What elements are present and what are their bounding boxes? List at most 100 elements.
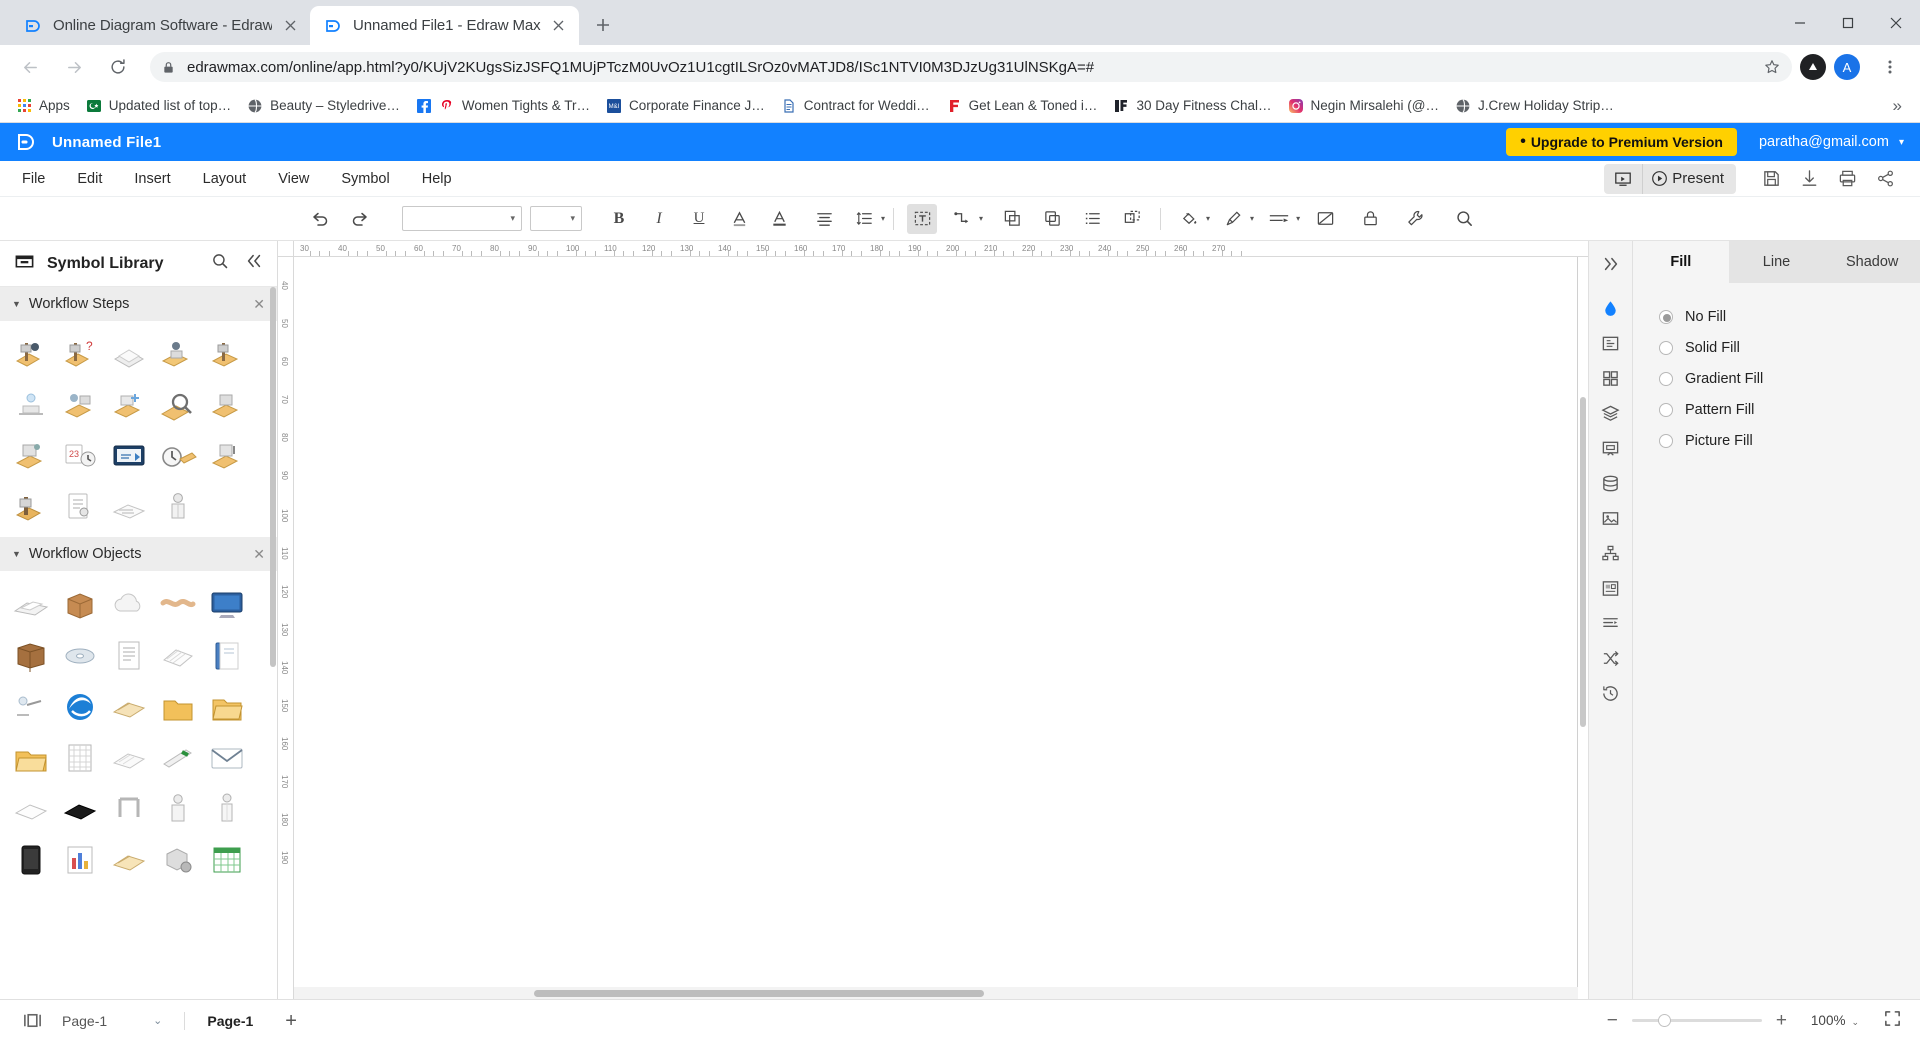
no-shape-icon[interactable]: [1310, 204, 1340, 234]
symbol-item[interactable]: [153, 381, 202, 430]
theme-icon[interactable]: [1594, 571, 1628, 605]
chevron-down-icon[interactable]: ⌄: [153, 1014, 162, 1027]
symbol-item[interactable]: [55, 580, 104, 629]
symbol-item[interactable]: [55, 784, 104, 833]
line-type-icon[interactable]: [1264, 204, 1294, 234]
font-size-select[interactable]: ▾: [530, 206, 582, 231]
vertical-scrollbar[interactable]: [1578, 257, 1588, 999]
symbol-item[interactable]: [6, 483, 55, 532]
group-icon[interactable]: [997, 204, 1027, 234]
close-icon[interactable]: ✕: [253, 546, 265, 563]
symbol-item[interactable]: [202, 381, 251, 430]
drawing-page[interactable]: [294, 257, 1578, 987]
duplicate-icon[interactable]: [1037, 204, 1067, 234]
avatar[interactable]: A: [1834, 54, 1860, 80]
bookmark-get-lean[interactable]: Get Lean & Toned i…: [938, 94, 1106, 118]
zoom-slider-knob[interactable]: [1657, 1014, 1671, 1027]
chevron-down-icon[interactable]: ▾: [1206, 214, 1210, 223]
menu-symbol[interactable]: Symbol: [325, 165, 405, 193]
bold-button[interactable]: B: [604, 204, 634, 234]
menu-edit[interactable]: Edit: [61, 165, 118, 193]
symbol-item[interactable]: [6, 580, 55, 629]
text-highlight-icon[interactable]: [764, 204, 794, 234]
symbol-item[interactable]: [6, 631, 55, 680]
frame-icon[interactable]: [1594, 326, 1628, 360]
bookmark-corporate-finance[interactable]: M&I Corporate Finance J…: [598, 94, 773, 118]
database-icon[interactable]: [1594, 466, 1628, 500]
chevron-down-icon[interactable]: ▾: [1296, 214, 1300, 223]
symbol-item[interactable]: [153, 631, 202, 680]
search-icon[interactable]: [211, 252, 229, 275]
fill-option-picture-fill[interactable]: Picture Fill: [1633, 425, 1920, 456]
menu-layout[interactable]: Layout: [187, 165, 263, 193]
bookmarks-overflow-button[interactable]: »: [1883, 96, 1912, 116]
redo-icon[interactable]: [345, 204, 375, 234]
grid-icon[interactable]: [1594, 361, 1628, 395]
symbol-item[interactable]: [153, 784, 202, 833]
presentation-icon[interactable]: [1594, 431, 1628, 465]
fill-bucket-icon[interactable]: [1174, 204, 1204, 234]
browser-tab-2[interactable]: Unnamed File1 - Edraw Max: [310, 6, 579, 45]
double-chevron-left-icon[interactable]: [245, 252, 263, 275]
back-arrow-icon[interactable]: [14, 51, 46, 83]
close-icon[interactable]: ✕: [253, 296, 265, 313]
library-scroll-area[interactable]: ▼ Workflow Steps ✕ ? 23 ▼ Workflow Objec…: [0, 287, 277, 999]
horizontal-scrollbar[interactable]: [294, 987, 1578, 999]
fill-option-solid-fill[interactable]: Solid Fill: [1633, 332, 1920, 363]
library-scrollbar[interactable]: [270, 287, 276, 667]
symbol-item[interactable]: [202, 733, 251, 782]
symbol-item[interactable]: [55, 682, 104, 731]
symbol-item[interactable]: [104, 580, 153, 629]
browser-tab-1[interactable]: Online Diagram Software - Edraw: [10, 6, 310, 45]
lock-icon[interactable]: [1355, 204, 1385, 234]
extension-avatar[interactable]: [1800, 54, 1826, 80]
note-icon[interactable]: [1594, 606, 1628, 640]
symbol-item[interactable]: [104, 835, 153, 884]
chevron-down-icon[interactable]: ▾: [881, 214, 885, 223]
image-icon[interactable]: [1594, 501, 1628, 535]
font-color-icon[interactable]: [724, 204, 754, 234]
close-icon[interactable]: [280, 16, 300, 36]
account-menu[interactable]: paratha@gmail.com ▾: [1759, 134, 1904, 150]
slideshow-icon[interactable]: [1604, 163, 1644, 194]
wrench-icon[interactable]: [1400, 204, 1430, 234]
undo-icon[interactable]: [305, 204, 335, 234]
symbol-item[interactable]: [55, 733, 104, 782]
tab-shadow[interactable]: Shadow: [1824, 241, 1920, 283]
line-spacing-icon[interactable]: [849, 204, 879, 234]
org-chart-icon[interactable]: [1594, 536, 1628, 570]
history-icon[interactable]: [1594, 676, 1628, 710]
italic-button[interactable]: I: [644, 204, 674, 234]
bookmark-negin-mirsalehi[interactable]: Negin Mirsalehi (@…: [1280, 94, 1448, 118]
fill-droplet-icon[interactable]: [1594, 291, 1628, 325]
fill-option-pattern-fill[interactable]: Pattern Fill: [1633, 394, 1920, 425]
fullscreen-icon[interactable]: [1883, 1009, 1902, 1033]
layers-icon[interactable]: [1594, 396, 1628, 430]
bookmark-beauty[interactable]: Beauty – Styledrive…: [239, 94, 408, 118]
save-icon[interactable]: [1754, 164, 1788, 194]
tab-fill[interactable]: Fill: [1633, 241, 1729, 283]
chevron-down-icon[interactable]: ▾: [1250, 214, 1254, 223]
fill-option-no-fill[interactable]: No Fill: [1633, 301, 1920, 332]
page-t'ab[interactable]: Page-1: [207, 1013, 253, 1029]
brush-icon[interactable]: [1218, 204, 1248, 234]
canvas-scroll-wrap[interactable]: [294, 257, 1578, 999]
present-button[interactable]: Present: [1643, 164, 1736, 194]
symbol-item[interactable]: [104, 784, 153, 833]
symbol-item[interactable]: [55, 381, 104, 430]
download-icon[interactable]: [1792, 164, 1826, 194]
chevron-down-icon[interactable]: ▾: [979, 214, 983, 223]
symbol-item[interactable]: [55, 835, 104, 884]
symbol-item[interactable]: [104, 733, 153, 782]
symbol-item[interactable]: [104, 381, 153, 430]
connector-icon[interactable]: [947, 204, 977, 234]
symbol-item[interactable]: [202, 330, 251, 379]
symbol-item[interactable]: [104, 631, 153, 680]
upgrade-to-premium-button[interactable]: • Upgrade to Premium Version: [1506, 128, 1737, 156]
symbol-item[interactable]: [202, 432, 251, 481]
address-bar[interactable]: edrawmax.com/online/app.html?y0/KUjV2KUg…: [150, 52, 1792, 82]
list-icon[interactable]: [1077, 204, 1107, 234]
menu-insert[interactable]: Insert: [118, 165, 186, 193]
zoom-out-button[interactable]: −: [1597, 1011, 1628, 1030]
new-tab-button[interactable]: [585, 7, 621, 43]
